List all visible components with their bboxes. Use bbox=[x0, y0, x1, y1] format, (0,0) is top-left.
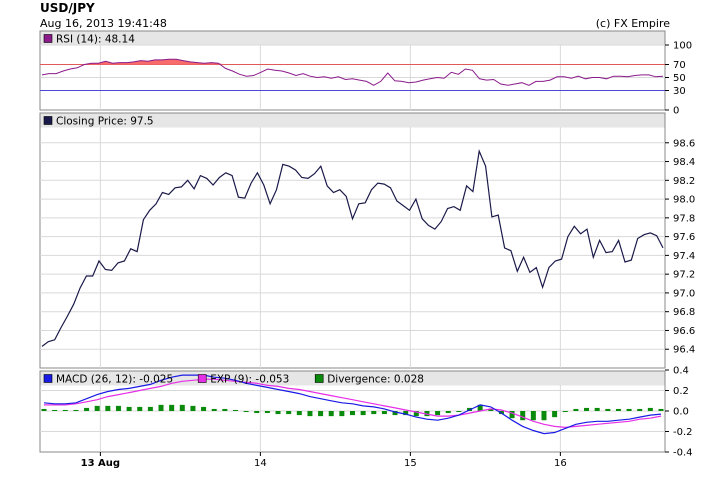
y-tick-label: 100 bbox=[673, 41, 692, 52]
y-tick-label: 97.0 bbox=[673, 288, 695, 299]
divergence-bar bbox=[264, 411, 270, 414]
y-tick-label: 96.8 bbox=[673, 307, 695, 318]
divergence-bar bbox=[52, 409, 58, 411]
divergence-bar bbox=[584, 407, 590, 411]
legend-label: EXP (9): -0.053 bbox=[210, 374, 289, 386]
divergence-bar bbox=[360, 411, 366, 416]
y-tick-label: 97.2 bbox=[673, 270, 695, 281]
y-tick-label: 97.4 bbox=[673, 251, 695, 262]
divergence-bar bbox=[520, 411, 526, 421]
y-tick-label: 98.2 bbox=[673, 176, 695, 187]
legend-swatch bbox=[43, 116, 53, 125]
divergence-bar bbox=[232, 409, 238, 411]
y-tick-label: 70 bbox=[673, 60, 686, 71]
divergence-bar bbox=[647, 407, 653, 411]
divergence-bar bbox=[94, 405, 100, 411]
x-tick-label: 13 Aug bbox=[81, 458, 120, 469]
legend-label: Divergence: 0.028 bbox=[327, 374, 424, 386]
divergence-bar bbox=[275, 411, 281, 415]
divergence-bar bbox=[339, 411, 345, 417]
y-tick-label: 97.6 bbox=[673, 232, 695, 243]
panel-closing-price bbox=[39, 112, 669, 369]
y-tick-label: 0.2 bbox=[673, 386, 689, 397]
divergence-bar bbox=[254, 411, 260, 414]
y-tick-label: 96.6 bbox=[673, 326, 695, 337]
divergence-bar bbox=[371, 411, 377, 415]
y-tick-label: 50 bbox=[673, 73, 686, 84]
divergence-bar bbox=[594, 407, 600, 411]
divergence-bar bbox=[552, 411, 558, 418]
divergence-bar bbox=[137, 406, 143, 411]
legend-label: MACD (26, 12): -0.025 bbox=[56, 374, 173, 386]
divergence-bar bbox=[350, 411, 355, 416]
y-tick-label: 98.4 bbox=[673, 157, 695, 168]
divergence-bar bbox=[445, 411, 451, 414]
y-tick-label: 0.0 bbox=[673, 407, 689, 418]
y-tick-label: 96.4 bbox=[673, 345, 695, 356]
divergence-bar bbox=[562, 411, 568, 413]
divergence-bar bbox=[296, 411, 302, 416]
legend-swatch bbox=[43, 34, 53, 43]
legend-label: RSI (14): 48.14 bbox=[56, 34, 135, 46]
y-tick-label: 97.8 bbox=[673, 213, 695, 224]
divergence-bar bbox=[179, 404, 185, 411]
divergence-bar bbox=[307, 411, 313, 417]
divergence-bar bbox=[158, 404, 164, 411]
divergence-bar bbox=[62, 409, 68, 411]
divergence-bar bbox=[637, 408, 643, 411]
divergence-bar bbox=[222, 408, 228, 411]
divergence-bar bbox=[243, 411, 249, 413]
divergence-bar bbox=[41, 408, 47, 411]
x-tick-label: 15 bbox=[404, 458, 417, 469]
divergence-bar bbox=[84, 407, 90, 411]
divergence-bar bbox=[169, 404, 175, 411]
y-tick-label: 98.0 bbox=[673, 195, 695, 206]
legend-swatch bbox=[197, 374, 207, 383]
divergence-bar bbox=[605, 408, 611, 411]
divergence-bar bbox=[626, 408, 632, 411]
divergence-bar bbox=[318, 411, 324, 417]
panel-frame bbox=[39, 112, 666, 369]
divergence-bar bbox=[190, 405, 196, 411]
y-tick-label: -0.2 bbox=[673, 427, 693, 438]
divergence-bar bbox=[211, 408, 217, 411]
y-tick-label: 0.4 bbox=[673, 366, 689, 377]
stock-chart: 100 70 50 30 0 RSI (14): 48.14 98.6 98.4 98.2 98.… bbox=[39, 30, 695, 469]
legend-swatch bbox=[314, 374, 324, 383]
legend-label: Closing Price: 97.5 bbox=[56, 116, 154, 128]
divergence-bar bbox=[658, 408, 664, 411]
divergence-bar bbox=[328, 411, 334, 417]
divergence-bar bbox=[73, 409, 79, 411]
x-tick-label: 14 bbox=[254, 458, 267, 469]
x-tick-label: 16 bbox=[554, 458, 567, 469]
legend-swatch bbox=[43, 374, 53, 383]
divergence-bar bbox=[381, 411, 387, 415]
divergence-bar bbox=[456, 411, 462, 412]
divergence-bar bbox=[615, 408, 621, 411]
divergence-bar bbox=[541, 411, 547, 421]
divergence-bar bbox=[573, 408, 579, 411]
divergence-bar bbox=[435, 411, 441, 416]
y-tick-label: 30 bbox=[673, 86, 686, 97]
divergence-bar bbox=[126, 406, 132, 411]
divergence-bar bbox=[105, 405, 111, 411]
y-tick-label: 0 bbox=[673, 106, 679, 117]
divergence-bar bbox=[201, 406, 207, 411]
y-tick-label: -0.4 bbox=[673, 448, 693, 459]
divergence-bar bbox=[530, 411, 536, 421]
y-tick-label: 98.6 bbox=[673, 138, 695, 149]
divergence-bar bbox=[115, 405, 121, 411]
divergence-bar bbox=[147, 406, 153, 411]
divergence-bar bbox=[286, 411, 292, 415]
